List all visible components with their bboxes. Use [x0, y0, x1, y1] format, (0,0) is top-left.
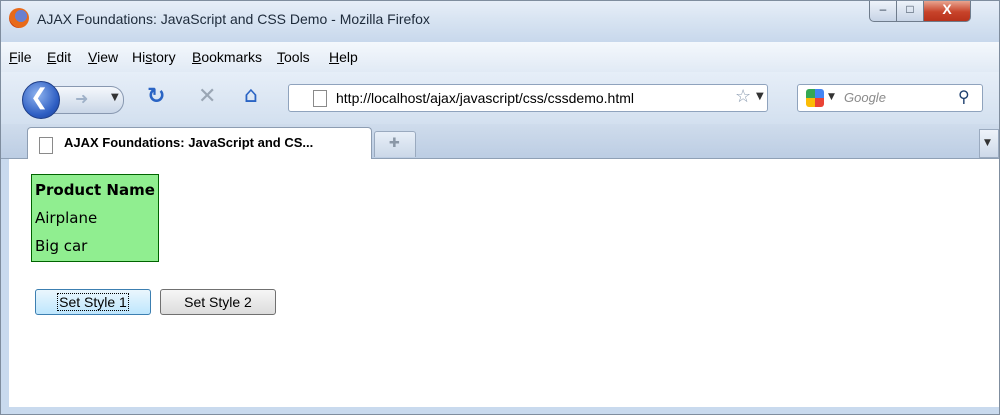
bookmark-star-icon[interactable]: ☆ — [735, 86, 751, 107]
forward-arrow-icon: ➜ — [75, 89, 89, 108]
window-title: AJAX Foundations: JavaScript and CSS Dem… — [37, 11, 430, 27]
back-arrow-icon: ❮ — [30, 85, 49, 110]
search-magnifier-icon[interactable]: ⚲ — [958, 87, 970, 106]
page-content: Product Name Airplane Big car Set Style … — [9, 159, 999, 414]
product-table: Product Name Airplane Big car — [31, 174, 159, 262]
set-style-1-button[interactable]: Set Style 1 — [35, 289, 151, 315]
menu-bookmarks[interactable]: Bookmarks — [192, 49, 262, 65]
browser-window: AJAX Foundations: JavaScript and CSS Dem… — [0, 0, 1000, 415]
close-button[interactable]: X — [923, 1, 971, 22]
new-tab-icon: ✚ — [389, 136, 400, 151]
url-dropdown-icon[interactable]: ▼ — [756, 91, 764, 102]
window-bottom-border — [1, 407, 999, 414]
menu-tools[interactable]: Tools — [277, 49, 310, 65]
reload-icon[interactable]: ↻ — [147, 86, 165, 108]
menu-file[interactable]: File — [9, 49, 32, 65]
menu-view[interactable]: View — [88, 49, 118, 65]
tab-cssdemo[interactable]: AJAX Foundations: JavaScript and CS... — [27, 127, 372, 159]
new-tab-button[interactable]: ✚ — [374, 131, 416, 157]
all-tabs-button[interactable]: ▼ — [979, 129, 999, 158]
chevron-down-icon: ▼ — [984, 138, 991, 148]
page-icon — [39, 137, 53, 154]
table-row: Airplane — [34, 205, 156, 231]
back-button[interactable]: ❮ — [22, 81, 60, 119]
menu-help[interactable]: Help — [329, 49, 358, 65]
column-header-product-name: Product Name — [35, 181, 155, 199]
tab-label: AJAX Foundations: JavaScript and CS... — [64, 135, 314, 150]
menu-edit[interactable]: Edit — [47, 49, 71, 65]
search-engine-dropdown-icon[interactable]: ▼ — [828, 92, 835, 102]
set-style-1-label: Set Style 1 — [57, 293, 129, 311]
page-icon — [313, 90, 327, 107]
stop-icon[interactable]: ✕ — [198, 86, 216, 108]
title-bar: AJAX Foundations: JavaScript and CSS Dem… — [1, 1, 999, 42]
home-icon[interactable]: ⌂ — [244, 85, 258, 107]
search-input[interactable]: Google — [844, 90, 886, 105]
google-icon[interactable] — [806, 89, 824, 107]
url-bar[interactable]: http://localhost/ajax/javascript/css/css… — [288, 84, 768, 112]
menu-history[interactable]: History — [132, 49, 176, 65]
search-bar[interactable]: ▼ Google ⚲ — [797, 84, 983, 112]
forward-button[interactable]: ➜ ▼ — [53, 86, 124, 114]
product-cell: Airplane — [35, 209, 98, 227]
maximize-button[interactable]: □ — [896, 1, 924, 22]
minimize-button[interactable]: ‒ — [869, 1, 897, 22]
firefox-logo-icon — [9, 8, 29, 28]
tab-strip: AJAX Foundations: JavaScript and CS... ✚… — [1, 124, 999, 159]
product-cell: Big car — [35, 237, 88, 255]
set-style-2-button[interactable]: Set Style 2 — [160, 289, 276, 315]
url-text[interactable]: http://localhost/ajax/javascript/css/css… — [336, 90, 634, 106]
table-row: Big car — [34, 233, 156, 259]
menu-bar: File Edit View History Bookmarks Tools H… — [1, 42, 999, 72]
table-header-row: Product Name — [34, 177, 156, 203]
close-icon: X — [942, 1, 952, 17]
minimize-icon: ‒ — [879, 2, 887, 16]
maximize-icon: □ — [906, 2, 914, 16]
history-dropdown-icon[interactable]: ▼ — [111, 92, 119, 103]
